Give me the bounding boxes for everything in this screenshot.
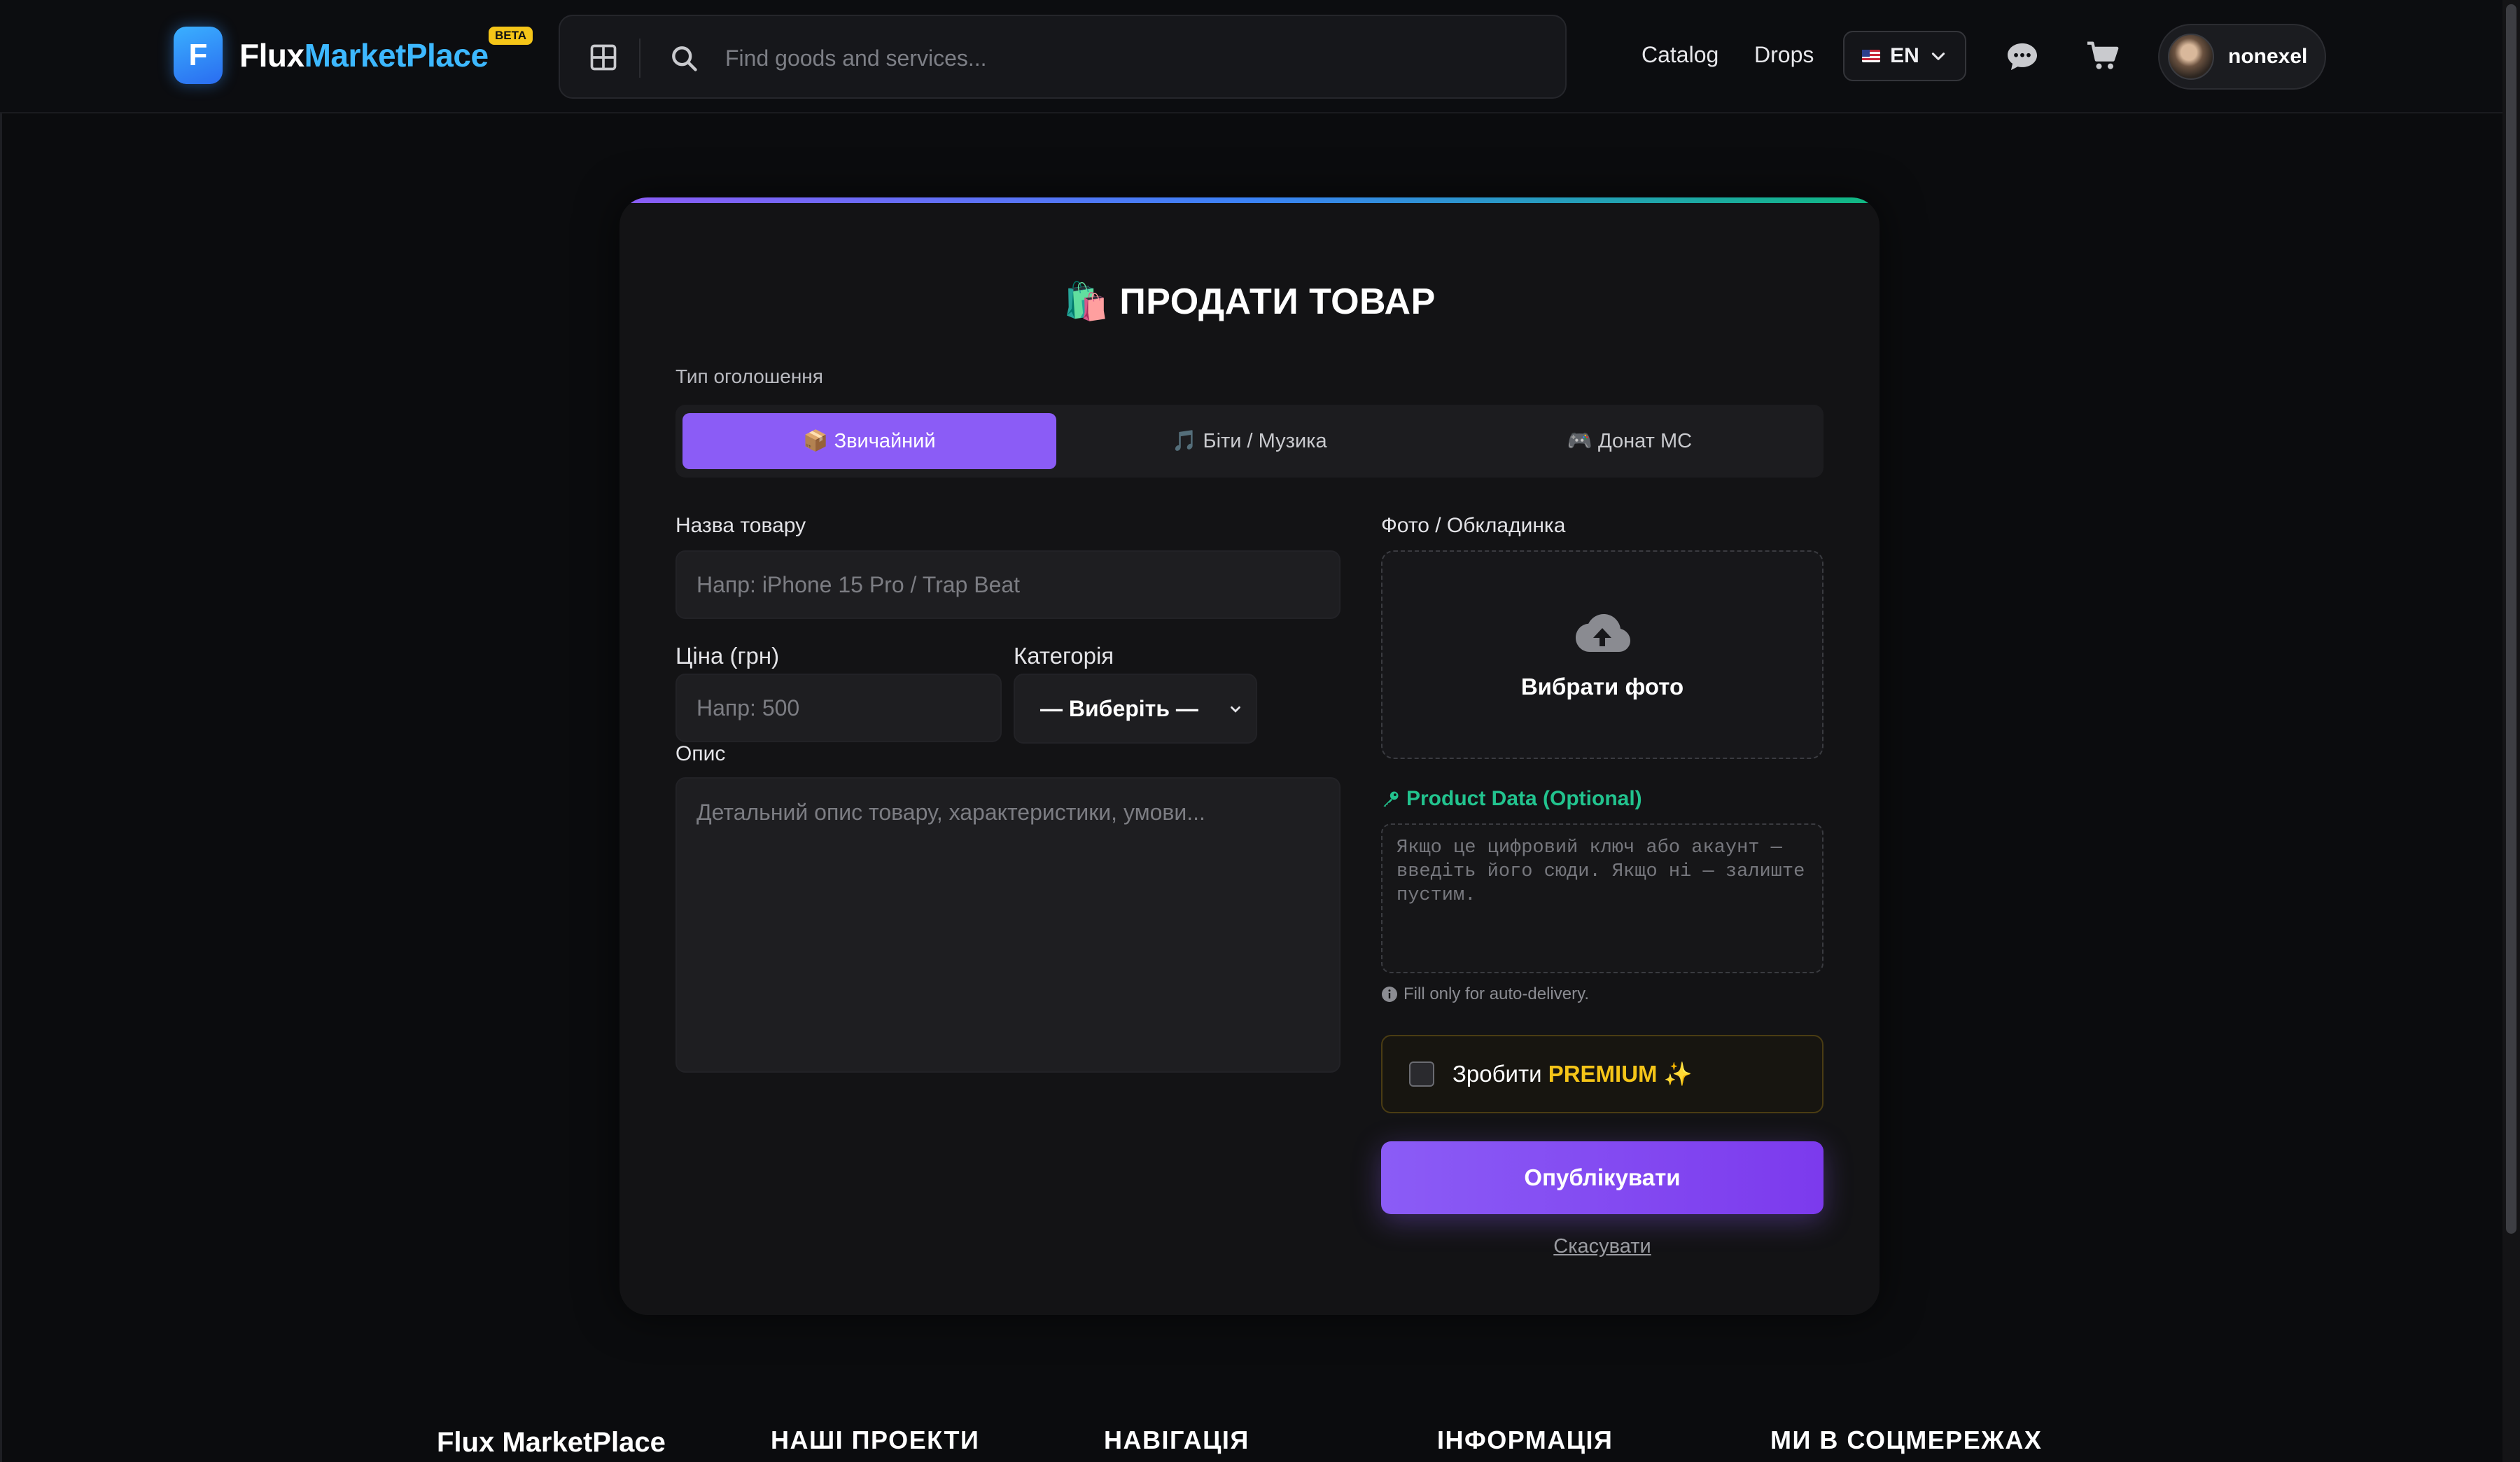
logo[interactable]: F FluxMarketPlace BETA (174, 27, 533, 84)
listing-type-selector: 📦 Звичайний 🎵 Біти / Музика 🎮 Донат MC (676, 405, 1823, 478)
product-data-label: Product Data (Optional) (1381, 787, 1642, 811)
username: nonexel (2228, 45, 2308, 68)
logo-text: FluxMarketPlace (239, 36, 489, 74)
sell-item-card: 🛍️ ПРОДАТИ ТОВАР Тип оголошення 📦 Звичай… (620, 197, 1879, 1315)
listing-type-donate-mc[interactable]: 🎮 Донат MC (1443, 413, 1816, 469)
language-selector[interactable]: EN (1843, 31, 1966, 81)
footer-heading-social: МИ В СОЦМЕРЕЖАХ (1770, 1426, 2043, 1454)
chat-icon[interactable] (2006, 42, 2038, 71)
premium-checkbox[interactable] (1409, 1061, 1434, 1087)
price-input[interactable] (676, 674, 1002, 742)
item-name-input[interactable] (676, 550, 1340, 619)
search-bar (559, 15, 1567, 99)
choose-photo-label: Вибрати фото (1520, 674, 1684, 699)
footer-heading-information: ІНФОРМАЦІЯ (1437, 1426, 1614, 1454)
description-label: Опис (676, 742, 726, 765)
us-flag-icon (1862, 50, 1881, 62)
photo-label: Фото / Обкладинка (1381, 514, 1566, 537)
nav-drops-link[interactable]: Drops (1754, 42, 1814, 68)
key-icon (1383, 791, 1399, 807)
category-selected-value: — Виберіть — (1040, 695, 1198, 721)
scrollbar-thumb[interactable] (2506, 4, 2516, 1234)
search-divider (639, 39, 640, 78)
product-data-label-text: Product Data (Optional) (1406, 787, 1642, 810)
category-label: Категорія (1014, 643, 1114, 669)
cancel-link[interactable]: Скасувати (1381, 1235, 1823, 1258)
language-code: EN (1890, 44, 1919, 67)
premium-label-prefix: Зробити (1452, 1060, 1542, 1087)
avatar (2168, 34, 2214, 80)
logo-text-marketplace: MarketPlace (304, 37, 489, 74)
footer-heading-navigation: НАВІГАЦІЯ (1104, 1426, 1250, 1454)
page-title: 🛍️ ПРОДАТИ ТОВАР (1063, 281, 1436, 322)
card-gradient-bar (620, 197, 1879, 203)
product-data-textarea[interactable] (1381, 823, 1823, 973)
premium-label-word: PREMIUM (1548, 1060, 1658, 1087)
search-input[interactable] (724, 30, 1536, 86)
premium-toggle[interactable]: Зробити PREMIUM ✨ (1381, 1035, 1823, 1113)
chevron-down-icon (1231, 706, 1240, 713)
category-select[interactable]: — Виберіть — (1014, 674, 1257, 744)
window-edge (0, 0, 2, 1462)
cart-icon[interactable] (2086, 41, 2120, 71)
listing-type-regular[interactable]: 📦 Звичайний (682, 413, 1056, 469)
logo-text-flux: Flux (239, 37, 304, 74)
description-textarea[interactable] (676, 777, 1340, 1073)
premium-label: Зробити PREMIUM ✨ (1452, 1061, 1693, 1088)
info-icon (1382, 987, 1397, 1002)
sparkles-icon: ✨ (1663, 1060, 1693, 1087)
product-data-hint: Fill only for auto-delivery. (1381, 984, 1589, 1004)
listing-type-beats-music[interactable]: 🎵 Біти / Музика (1063, 413, 1436, 469)
publish-button[interactable]: Опублікувати (1381, 1141, 1823, 1214)
grid-icon[interactable] (588, 42, 619, 73)
item-name-label: Назва товару (676, 514, 806, 537)
footer-heading-projects: НАШІ ПРОЕКТИ (771, 1426, 980, 1454)
chevron-down-icon (1931, 53, 1945, 60)
logo-badge: F (174, 27, 223, 84)
product-data-hint-text: Fill only for auto-delivery. (1404, 984, 1589, 1003)
photo-upload-dropzone[interactable]: Вибрати фото (1381, 550, 1823, 759)
user-profile-button[interactable]: nonexel (2158, 24, 2326, 90)
beta-badge: BETA (489, 27, 533, 45)
search-icon (672, 46, 697, 71)
price-label: Ціна (грн) (676, 643, 780, 669)
footer-brand: Flux MarketPlace (437, 1427, 666, 1458)
listing-type-label: Тип оголошення (676, 366, 823, 387)
top-navbar: F FluxMarketPlace BETA Catalog Drops EN … (0, 0, 2502, 113)
nav-catalog-link[interactable]: Catalog (1642, 42, 1718, 68)
cloud-upload-icon (1576, 614, 1630, 652)
